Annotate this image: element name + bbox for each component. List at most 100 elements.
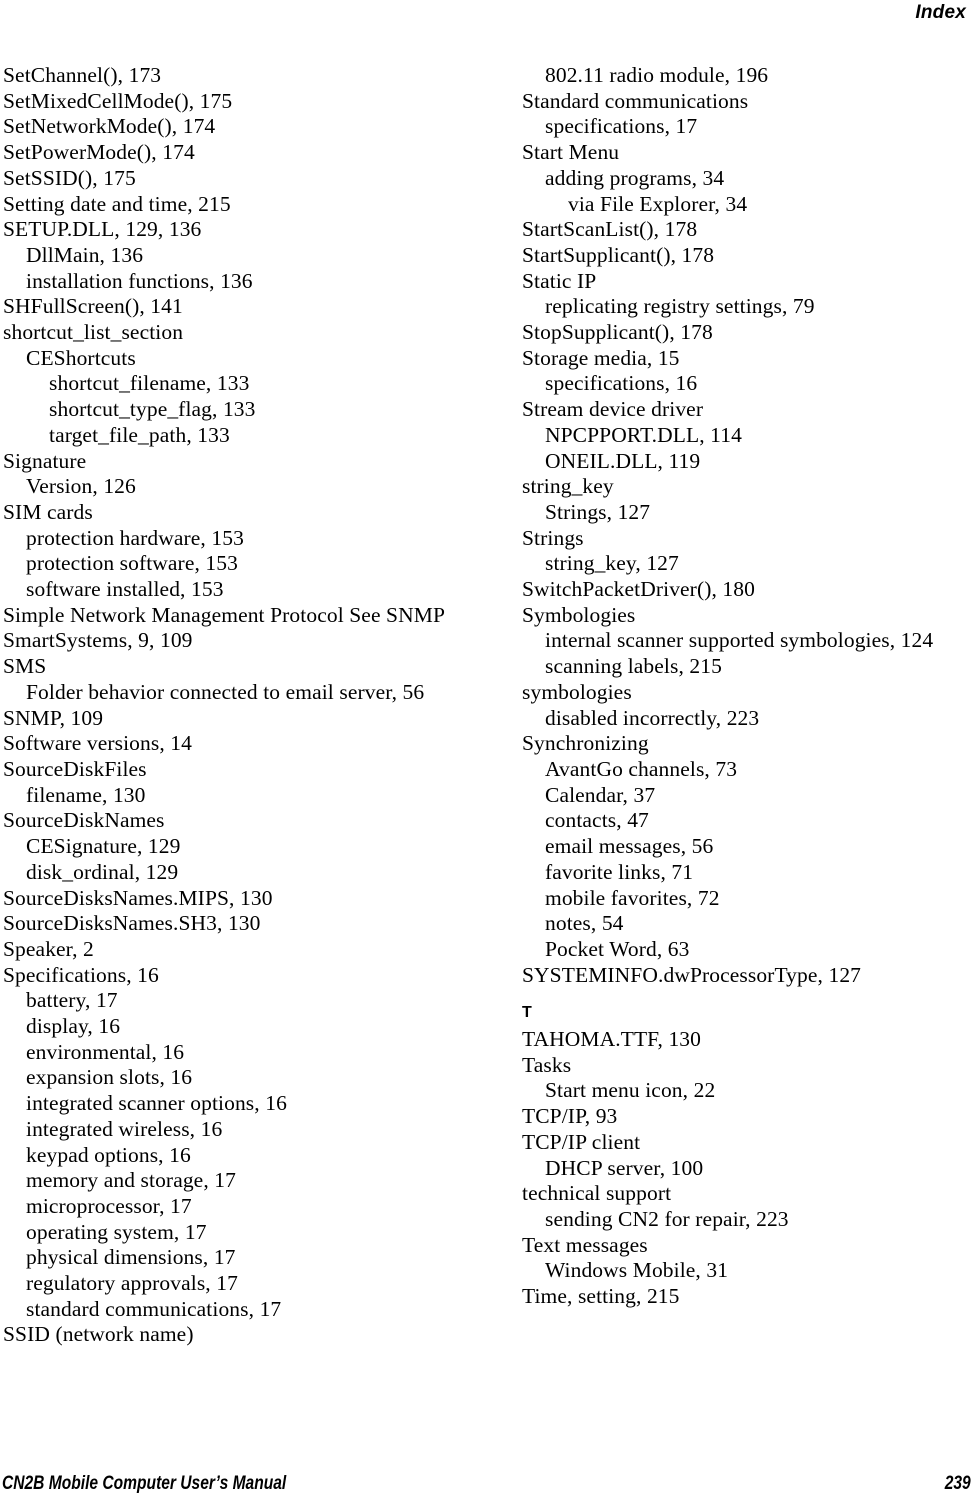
index-section-letter: T bbox=[522, 1004, 533, 1022]
index-entry: Pocket Word, 63 bbox=[545, 936, 690, 961]
index-entry: regulatory approvals, 17 bbox=[26, 1271, 238, 1296]
index-entry: Calendar, 37 bbox=[545, 782, 656, 807]
index-entry: memory and storage, 17 bbox=[26, 1168, 236, 1193]
index-entry: Speaker, 2 bbox=[3, 936, 94, 961]
footer-manual-title: CN2B Mobile Computer User’s Manual bbox=[2, 1473, 287, 1494]
index-columns: SetChannel(), 173 SetMixedCellMode(), 175… bbox=[0, 63, 974, 1363]
index-entry: SmartSystems, 9, 109 bbox=[3, 628, 193, 653]
index-entry: software installed, 153 bbox=[26, 577, 224, 602]
index-entry: SetSSID(), 175 bbox=[3, 165, 136, 190]
index-entry: Specifications, 16 bbox=[3, 962, 159, 987]
page-footer: CN2B Mobile Computer User’s Manual 239 bbox=[0, 1469, 974, 1495]
index-entry: protection hardware, 153 bbox=[26, 525, 244, 550]
index-column-left: SetChannel(), 173 SetMixedCellMode(), 175… bbox=[3, 63, 473, 1348]
index-entry: SetPowerMode(), 174 bbox=[3, 140, 195, 165]
index-entry: Time, setting, 215 bbox=[522, 1284, 680, 1309]
index-entry: 802.11 radio module, 196 bbox=[545, 63, 769, 87]
index-entry: scanning labels, 215 bbox=[545, 654, 722, 679]
index-entry: TCP/IP client bbox=[522, 1129, 641, 1154]
index-entry: CESignature, 129 bbox=[26, 834, 181, 859]
index-entry: expansion slots, 16 bbox=[26, 1065, 193, 1090]
index-entry: SourceDiskFiles bbox=[3, 756, 147, 781]
index-entry: SIM cards bbox=[3, 499, 93, 524]
index-entry: Simple Network Management Protocol See S… bbox=[3, 602, 446, 627]
index-entry: Symbologies bbox=[522, 602, 636, 627]
index-page: Index SetChannel(), 173 SetMixedCellMode(… bbox=[0, 0, 974, 1503]
index-entry: Version, 126 bbox=[26, 474, 136, 499]
index-entry: Signature bbox=[3, 448, 87, 473]
index-entry: environmental, 16 bbox=[26, 1039, 185, 1064]
index-entry: integrated scanner options, 16 bbox=[26, 1091, 287, 1116]
index-entry: filename, 130 bbox=[26, 782, 146, 807]
index-entry: installation functions, 136 bbox=[26, 268, 253, 293]
index-entry: CEShortcuts bbox=[26, 345, 136, 370]
index-entry: string_key bbox=[522, 474, 614, 499]
index-entry: Synchronizing bbox=[522, 731, 649, 756]
index-entry: string_key, 127 bbox=[545, 551, 679, 576]
index-entry: sending CN2 for repair, 223 bbox=[545, 1206, 789, 1231]
index-entry: display, 16 bbox=[26, 1014, 121, 1039]
index-entry: microprocessor, 17 bbox=[26, 1193, 192, 1218]
index-entry: DllMain, 136 bbox=[26, 242, 144, 267]
index-entry: physical dimensions, 17 bbox=[26, 1245, 236, 1270]
index-entry: Stream device driver bbox=[522, 397, 704, 422]
index-entry: SYSTEMINFO.dwProcessorType, 127 bbox=[522, 962, 862, 987]
index-entry: keypad options, 16 bbox=[26, 1142, 191, 1167]
index-entry: ONEIL.DLL, 119 bbox=[545, 448, 701, 473]
index-entry: SNMP, 109 bbox=[3, 705, 104, 730]
index-entry: SetMixedCellMode(), 175 bbox=[3, 88, 233, 113]
index-entry: Strings, 127 bbox=[545, 499, 651, 524]
index-entry: Static IP bbox=[522, 268, 597, 293]
index-entry: Software versions, 14 bbox=[3, 731, 192, 756]
running-head: Index bbox=[915, 2, 966, 23]
index-entry: shortcut_type_flag, 133 bbox=[49, 397, 256, 422]
index-entry: SourceDisksNames.SH3, 130 bbox=[3, 911, 261, 936]
index-entry: NPCPPORT.DLL, 114 bbox=[545, 422, 742, 447]
index-entry: Start menu icon, 22 bbox=[545, 1078, 716, 1103]
index-column-right: 802.11 radio module, 196 Standard communi… bbox=[522, 63, 974, 1310]
index-entry: SetNetworkMode(), 174 bbox=[3, 114, 216, 139]
index-entry: integrated wireless, 16 bbox=[26, 1116, 223, 1141]
index-entry: Tasks bbox=[522, 1052, 572, 1077]
index-entry: SourceDisksNames.MIPS, 130 bbox=[3, 885, 273, 910]
index-entry: internal scanner supported symbologies, … bbox=[545, 628, 934, 653]
index-entry: symbologies bbox=[522, 679, 632, 704]
index-entry: disk_ordinal, 129 bbox=[26, 859, 179, 884]
index-entry: target_file_path, 133 bbox=[49, 422, 230, 447]
index-entry: notes, 54 bbox=[545, 911, 624, 936]
index-entry: SSID (network name) bbox=[3, 1322, 194, 1347]
index-entry: favorite links, 71 bbox=[545, 859, 694, 884]
index-entry: shortcut_list_section bbox=[3, 320, 184, 345]
index-entry: StopSupplicant(), 178 bbox=[522, 320, 713, 345]
index-entry: SMS bbox=[3, 654, 47, 679]
index-entry: Text messages bbox=[522, 1232, 648, 1257]
index-entry: adding programs, 34 bbox=[545, 165, 725, 190]
index-entry: SetChannel(), 173 bbox=[3, 63, 162, 87]
index-entry: Start Menu bbox=[522, 140, 620, 165]
index-entry: specifications, 17 bbox=[545, 114, 698, 139]
index-entry: Standard communications bbox=[522, 88, 749, 113]
index-entry: Windows Mobile, 31 bbox=[545, 1258, 729, 1283]
index-entry: battery, 17 bbox=[26, 988, 118, 1013]
index-entry: TCP/IP, 93 bbox=[522, 1104, 618, 1129]
index-entry: standard communications, 17 bbox=[26, 1296, 282, 1321]
index-entry: SETUP.DLL, 129, 136 bbox=[3, 217, 202, 242]
index-entry: Folder behavior connected to email serve… bbox=[26, 679, 425, 704]
index-entry: StartScanList(), 178 bbox=[522, 217, 698, 242]
index-entry: AvantGo channels, 73 bbox=[545, 756, 738, 781]
index-entry: protection software, 153 bbox=[26, 551, 238, 576]
index-entry: specifications, 16 bbox=[545, 371, 698, 396]
index-entry: TAHOMA.TTF, 130 bbox=[522, 1027, 702, 1052]
index-entry: Strings bbox=[522, 525, 584, 550]
index-entry: mobile favorites, 72 bbox=[545, 885, 720, 910]
index-entry: contacts, 47 bbox=[545, 808, 649, 833]
index-entry: Storage media, 15 bbox=[522, 345, 680, 370]
index-entry: DHCP server, 100 bbox=[545, 1155, 704, 1180]
index-entry: shortcut_filename, 133 bbox=[49, 371, 250, 396]
index-entry: SHFullScreen(), 141 bbox=[3, 294, 183, 319]
index-entry: SourceDiskNames bbox=[3, 808, 165, 833]
footer-page-number: 239 bbox=[945, 1473, 971, 1494]
index-entry: operating system, 17 bbox=[26, 1219, 207, 1244]
index-entry: via File Explorer, 34 bbox=[568, 191, 748, 216]
index-entry: Setting date and time, 215 bbox=[3, 191, 231, 216]
